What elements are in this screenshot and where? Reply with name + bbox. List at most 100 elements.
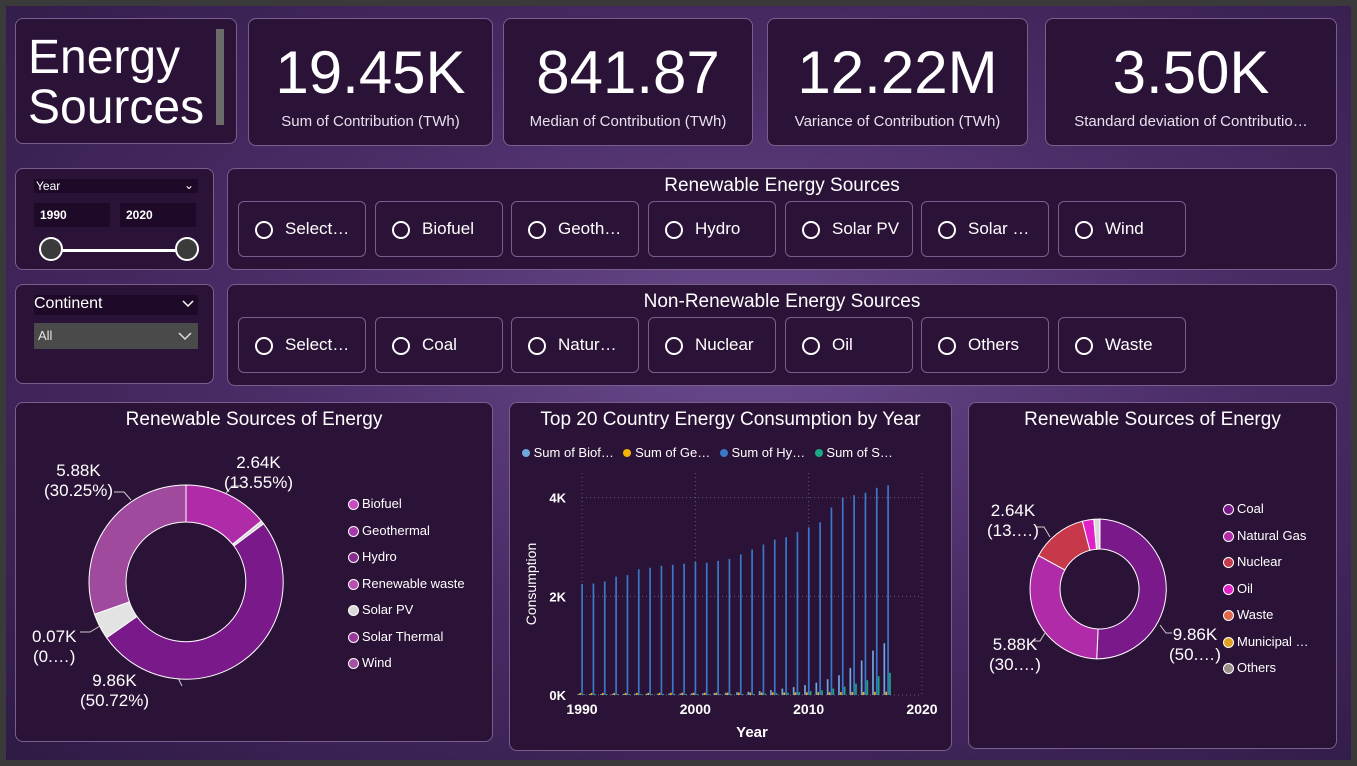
bar[interactable] bbox=[649, 567, 651, 695]
renewable-chip-select-all[interactable]: Select… bbox=[238, 201, 366, 257]
renewable-chip-biofuel[interactable]: Biofuel bbox=[375, 201, 503, 257]
bar[interactable] bbox=[738, 692, 740, 695]
bar[interactable] bbox=[579, 693, 582, 695]
bar[interactable] bbox=[636, 692, 638, 695]
bar[interactable] bbox=[828, 692, 831, 695]
bar[interactable] bbox=[690, 693, 693, 695]
bar[interactable] bbox=[668, 693, 670, 695]
bar[interactable] bbox=[651, 694, 653, 695]
bar[interactable] bbox=[628, 694, 631, 695]
bar[interactable] bbox=[841, 497, 844, 695]
legend-item[interactable]: Municipal … bbox=[1223, 634, 1309, 661]
bar[interactable] bbox=[626, 575, 629, 695]
bar[interactable] bbox=[639, 694, 642, 695]
bar[interactable] bbox=[647, 692, 650, 695]
bar[interactable] bbox=[696, 694, 699, 695]
bar[interactable] bbox=[726, 692, 729, 695]
legend-item[interactable]: Wind bbox=[348, 655, 465, 682]
bar[interactable] bbox=[843, 686, 846, 695]
bar[interactable] bbox=[792, 687, 795, 695]
donut-slice-wind[interactable] bbox=[88, 484, 187, 615]
renewable-chip-solar-pv[interactable]: Solar PV bbox=[785, 201, 913, 257]
nonrenewable-chip-select-all[interactable]: Select… bbox=[238, 317, 366, 373]
bar[interactable] bbox=[656, 693, 659, 695]
bar[interactable] bbox=[849, 667, 852, 695]
bar[interactable] bbox=[855, 683, 857, 695]
bar[interactable] bbox=[645, 693, 648, 695]
bar[interactable] bbox=[670, 692, 672, 695]
nonrenewable-chip-waste[interactable]: Waste bbox=[1058, 317, 1186, 373]
legend-item[interactable]: Biofuel bbox=[348, 496, 465, 523]
bar[interactable] bbox=[860, 660, 863, 695]
year-slider-start-handle[interactable] bbox=[39, 237, 63, 261]
bar[interactable] bbox=[724, 692, 727, 695]
bar[interactable] bbox=[681, 692, 684, 695]
bar[interactable] bbox=[874, 691, 876, 695]
bar[interactable] bbox=[747, 691, 750, 695]
year-slicer-header[interactable]: Year ⌄ bbox=[34, 178, 198, 193]
bar[interactable] bbox=[875, 487, 878, 695]
bar[interactable] bbox=[883, 643, 886, 695]
bar[interactable] bbox=[739, 554, 742, 695]
bar[interactable] bbox=[671, 564, 674, 695]
nonrenewable-chip-others[interactable]: Others bbox=[921, 317, 1049, 373]
bar[interactable] bbox=[785, 537, 787, 695]
legend-item[interactable]: Nuclear bbox=[1223, 554, 1309, 581]
bar[interactable] bbox=[775, 693, 778, 695]
bar[interactable] bbox=[862, 691, 865, 695]
bar[interactable] bbox=[617, 694, 619, 695]
bar[interactable] bbox=[692, 692, 695, 695]
legend-item[interactable]: Renewable waste bbox=[348, 576, 465, 603]
bar[interactable] bbox=[817, 692, 820, 695]
bar[interactable] bbox=[832, 688, 835, 695]
bar[interactable] bbox=[821, 690, 823, 695]
bar[interactable] bbox=[658, 692, 661, 695]
bar[interactable] bbox=[713, 693, 716, 695]
bar[interactable] bbox=[753, 693, 755, 695]
nonrenewable-chip-natural-gas[interactable]: Natur… bbox=[511, 317, 639, 373]
bar[interactable] bbox=[730, 694, 733, 695]
bar[interactable] bbox=[762, 544, 765, 695]
legend-item[interactable]: Hydro bbox=[348, 549, 465, 576]
bar[interactable] bbox=[866, 680, 869, 695]
legend-item[interactable]: Oil bbox=[1223, 581, 1309, 608]
bar[interactable] bbox=[736, 692, 738, 695]
bar[interactable] bbox=[840, 692, 842, 695]
bar[interactable] bbox=[717, 560, 719, 695]
bar[interactable] bbox=[719, 694, 721, 695]
bar[interactable] bbox=[662, 694, 665, 695]
bar[interactable] bbox=[794, 692, 797, 695]
nonrenewable-chip-oil[interactable]: Oil bbox=[785, 317, 913, 373]
bar[interactable] bbox=[590, 693, 593, 695]
bar[interactable] bbox=[728, 558, 731, 695]
bar[interactable] bbox=[815, 682, 818, 695]
legend-item[interactable]: Others bbox=[1223, 660, 1309, 687]
bar[interactable] bbox=[622, 693, 625, 695]
bar[interactable] bbox=[877, 676, 880, 695]
bar[interactable] bbox=[819, 522, 821, 695]
bar[interactable] bbox=[826, 679, 829, 695]
bar[interactable] bbox=[781, 688, 784, 695]
bar[interactable] bbox=[594, 694, 597, 695]
legend-item[interactable]: Geothermal bbox=[348, 523, 465, 550]
bar[interactable] bbox=[796, 532, 799, 695]
renewable-chip-geothermal[interactable]: Geoth… bbox=[511, 201, 639, 257]
bar[interactable] bbox=[705, 562, 708, 695]
bar[interactable] bbox=[851, 692, 854, 695]
legend-item[interactable]: Natural Gas bbox=[1223, 528, 1309, 555]
bar[interactable] bbox=[749, 692, 752, 695]
chevron-down-icon[interactable] bbox=[178, 331, 192, 341]
bar[interactable] bbox=[887, 485, 889, 695]
bar[interactable] bbox=[600, 694, 602, 695]
legend-item[interactable]: Solar Thermal bbox=[348, 629, 465, 656]
year-slider-end-handle[interactable] bbox=[175, 237, 199, 261]
bar[interactable] bbox=[611, 693, 614, 695]
legend-item[interactable]: Coal bbox=[1223, 501, 1309, 528]
bar[interactable] bbox=[889, 672, 891, 695]
year-slider-track[interactable] bbox=[52, 249, 188, 252]
bar[interactable] bbox=[838, 675, 840, 695]
bar[interactable] bbox=[806, 692, 808, 695]
bar[interactable] bbox=[772, 692, 774, 695]
bar[interactable] bbox=[760, 692, 763, 695]
bar[interactable] bbox=[787, 692, 789, 695]
